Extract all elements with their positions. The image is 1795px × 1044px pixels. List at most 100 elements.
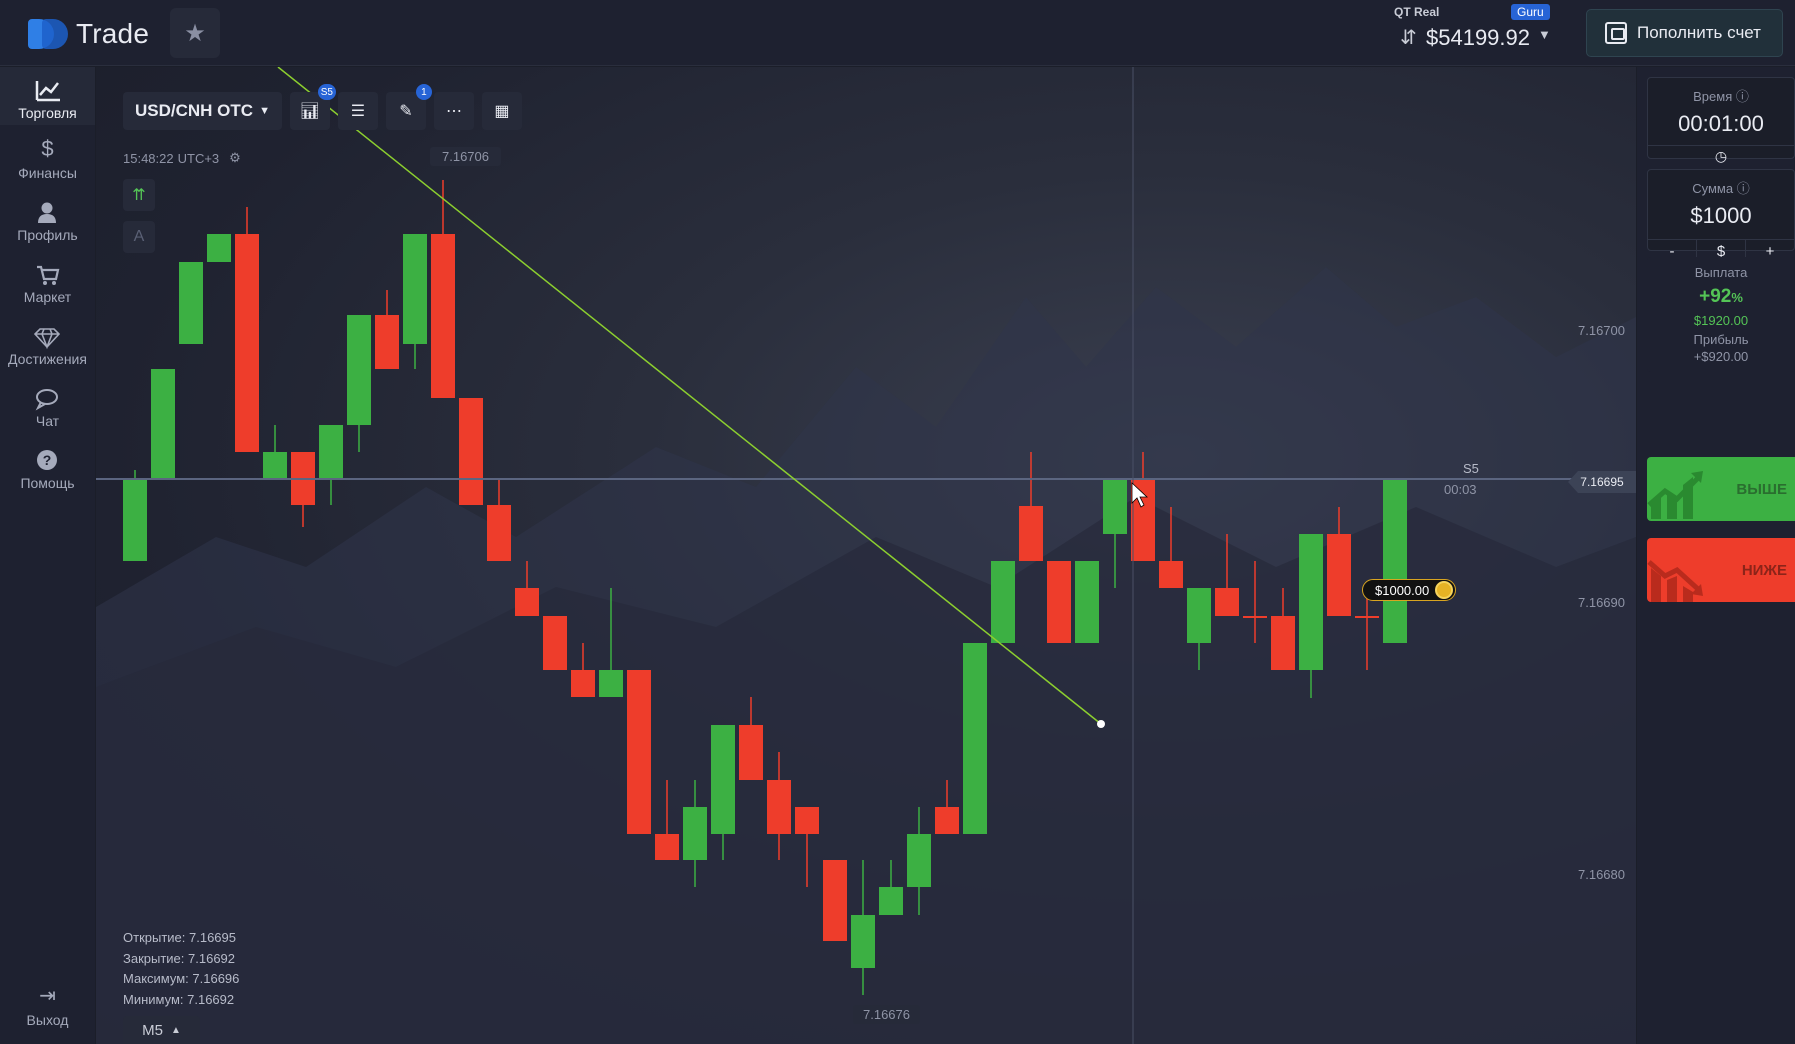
time-value: 00:01:00 — [1678, 111, 1764, 136]
trades-toggle-button[interactable]: ⇈ — [123, 179, 155, 211]
candle-body — [907, 834, 931, 887]
timeframe-label: M5 — [142, 1021, 163, 1039]
price-axis-label: 7.16680 — [1578, 867, 1625, 882]
sidebar-item-chat[interactable]: Чат — [0, 377, 95, 435]
help-icon: ? — [37, 450, 57, 470]
payout-percent-value: +92 — [1699, 286, 1732, 307]
star-icon: ★ — [184, 19, 206, 47]
deposit-button[interactable]: Пополнить счет — [1586, 9, 1783, 57]
payout-title: Выплата — [1694, 265, 1748, 280]
trend-line-handle[interactable] — [1097, 720, 1105, 728]
top-bar: Trade ★ QT Real Guru ⇵ $54199.92 ▼ Попол… — [0, 0, 1795, 66]
open-trade-marker[interactable]: $1000.00 — [1362, 579, 1457, 601]
lower-label: НИЖЕ — [1741, 561, 1787, 579]
server-time: 15:48:22 — [123, 150, 174, 166]
ohlc-high: Максимум: 7.16696 — [123, 971, 240, 986]
higher-button[interactable]: ВЫШЕ — [1647, 457, 1795, 521]
info-icon: ⓘ — [1735, 89, 1749, 104]
candle-body — [375, 315, 399, 369]
candle-body — [319, 425, 343, 480]
ohlc-panel: Открытие: 7.16695 Закрытие: 7.16692 Макс… — [123, 928, 239, 1010]
trend-down-icon — [1647, 560, 1703, 602]
sidebar-item-trading[interactable]: Торговля — [0, 67, 95, 125]
candle-body — [151, 369, 175, 480]
time-field[interactable]: Время ⓘ 00:01:00 ◷ — [1647, 77, 1795, 164]
sidebar-item-help[interactable]: ? Помощь — [0, 439, 95, 497]
account-name: QT Real — [1394, 5, 1440, 19]
clock-icon[interactable]: ◷ — [1648, 145, 1794, 166]
coin-icon — [1435, 581, 1454, 599]
account-selector[interactable]: QT Real Guru ⇵ $54199.92 ▼ — [1384, 3, 1594, 59]
asset-pair-label: USD/CNH OTC — [135, 101, 254, 120]
logout-icon: ⇥ — [39, 985, 56, 1007]
candle-body — [1075, 561, 1099, 643]
payout-percent-unit: % — [1731, 290, 1743, 305]
candle-body — [683, 807, 707, 860]
payout-amount: $1920.00 — [1693, 313, 1749, 328]
trend-line-drawing[interactable] — [277, 67, 1102, 725]
time-title-text: Время — [1693, 89, 1733, 104]
candle-body — [1215, 588, 1239, 616]
candle-body — [795, 807, 819, 834]
sidebar-item-label: Профиль — [17, 227, 78, 243]
sidebar-item-profile[interactable]: Профиль — [0, 191, 95, 249]
candle-body — [1271, 616, 1295, 670]
more-button[interactable]: ⋯ — [433, 92, 474, 130]
lower-button[interactable]: НИЖЕ — [1647, 538, 1795, 602]
indicators-button[interactable]: ☰ — [337, 92, 378, 130]
logout-button[interactable]: ⇥ Выход — [0, 982, 95, 1028]
brush-icon: ✎ — [399, 103, 413, 120]
trend-up-icon — [1647, 471, 1703, 519]
candle-body — [1383, 480, 1407, 643]
chart-type-button[interactable]: 📊︎ S5 — [289, 84, 336, 130]
sidebar-item-achievements[interactable]: Достижения — [0, 315, 95, 373]
timeframe-selector[interactable]: M5 ▲ — [123, 1016, 200, 1044]
settings-gear-icon[interactable]: ⚙ — [229, 150, 241, 166]
letter-a-icon: A — [133, 228, 145, 245]
drawings-button[interactable]: ✎ 1 — [385, 84, 432, 130]
chevron-down-icon: ▼ — [1538, 27, 1551, 42]
candle-body — [123, 480, 147, 561]
amount-value: $1000 — [1690, 203, 1752, 228]
layout-button[interactable]: ▦ — [481, 92, 522, 130]
amount-field[interactable]: Сумма ⓘ $1000 - $ + — [1647, 169, 1795, 263]
auto-scale-button[interactable]: A — [123, 221, 155, 253]
profit-amount: +$920.00 — [1693, 349, 1749, 364]
sidebar-item-label: Финансы — [18, 165, 77, 181]
sidebar-item-market[interactable]: Маркет — [0, 253, 95, 311]
asset-selector[interactable]: USD/CNH OTC ▼ — [123, 92, 282, 130]
candle-body — [263, 452, 287, 480]
chart-time: 15:48:22 UTC+3 ⚙ — [123, 150, 241, 166]
candle-body — [1299, 534, 1323, 670]
logo[interactable]: Trade — [28, 17, 149, 51]
chart-line-icon — [35, 81, 60, 102]
sidebar-item-finance[interactable]: $ Финансы — [0, 129, 95, 187]
candle-body — [1327, 534, 1351, 616]
cart-icon — [37, 265, 60, 285]
price-axis-label: 7.16700 — [1578, 323, 1625, 338]
candle-body — [627, 670, 651, 834]
grid-icon: ▦ — [494, 103, 510, 120]
dollar-icon: $ — [41, 136, 54, 161]
higher-label: ВЫШЕ — [1736, 480, 1787, 498]
candle-body — [599, 670, 623, 697]
sidebar-item-label: Торговля — [18, 105, 77, 121]
candle-body — [571, 670, 595, 697]
candle-body — [1103, 480, 1127, 534]
candle-body — [487, 505, 511, 561]
price-axis-label: 7.16690 — [1578, 595, 1625, 610]
sidebar-item-label: Маркет — [23, 289, 72, 305]
candle-body — [515, 588, 539, 616]
favorites-button[interactable]: ★ — [170, 8, 220, 58]
trade-amount: $1000.00 — [1375, 582, 1430, 598]
payout-panel: Выплата +92% $1920.00 Прибыль +$920.00 — [1647, 257, 1795, 372]
current-price-tag: 7.16695 — [1568, 471, 1636, 493]
payout-percent: +92% — [1647, 286, 1795, 308]
candlestick-chart — [96, 67, 1636, 1044]
account-badge: Guru — [1511, 4, 1550, 20]
chat-icon — [35, 389, 58, 411]
candle-body — [543, 616, 567, 670]
sidebar-item-label: Чат — [35, 413, 60, 429]
logout-label: Выход — [26, 1012, 69, 1028]
candle-body — [1019, 506, 1043, 561]
